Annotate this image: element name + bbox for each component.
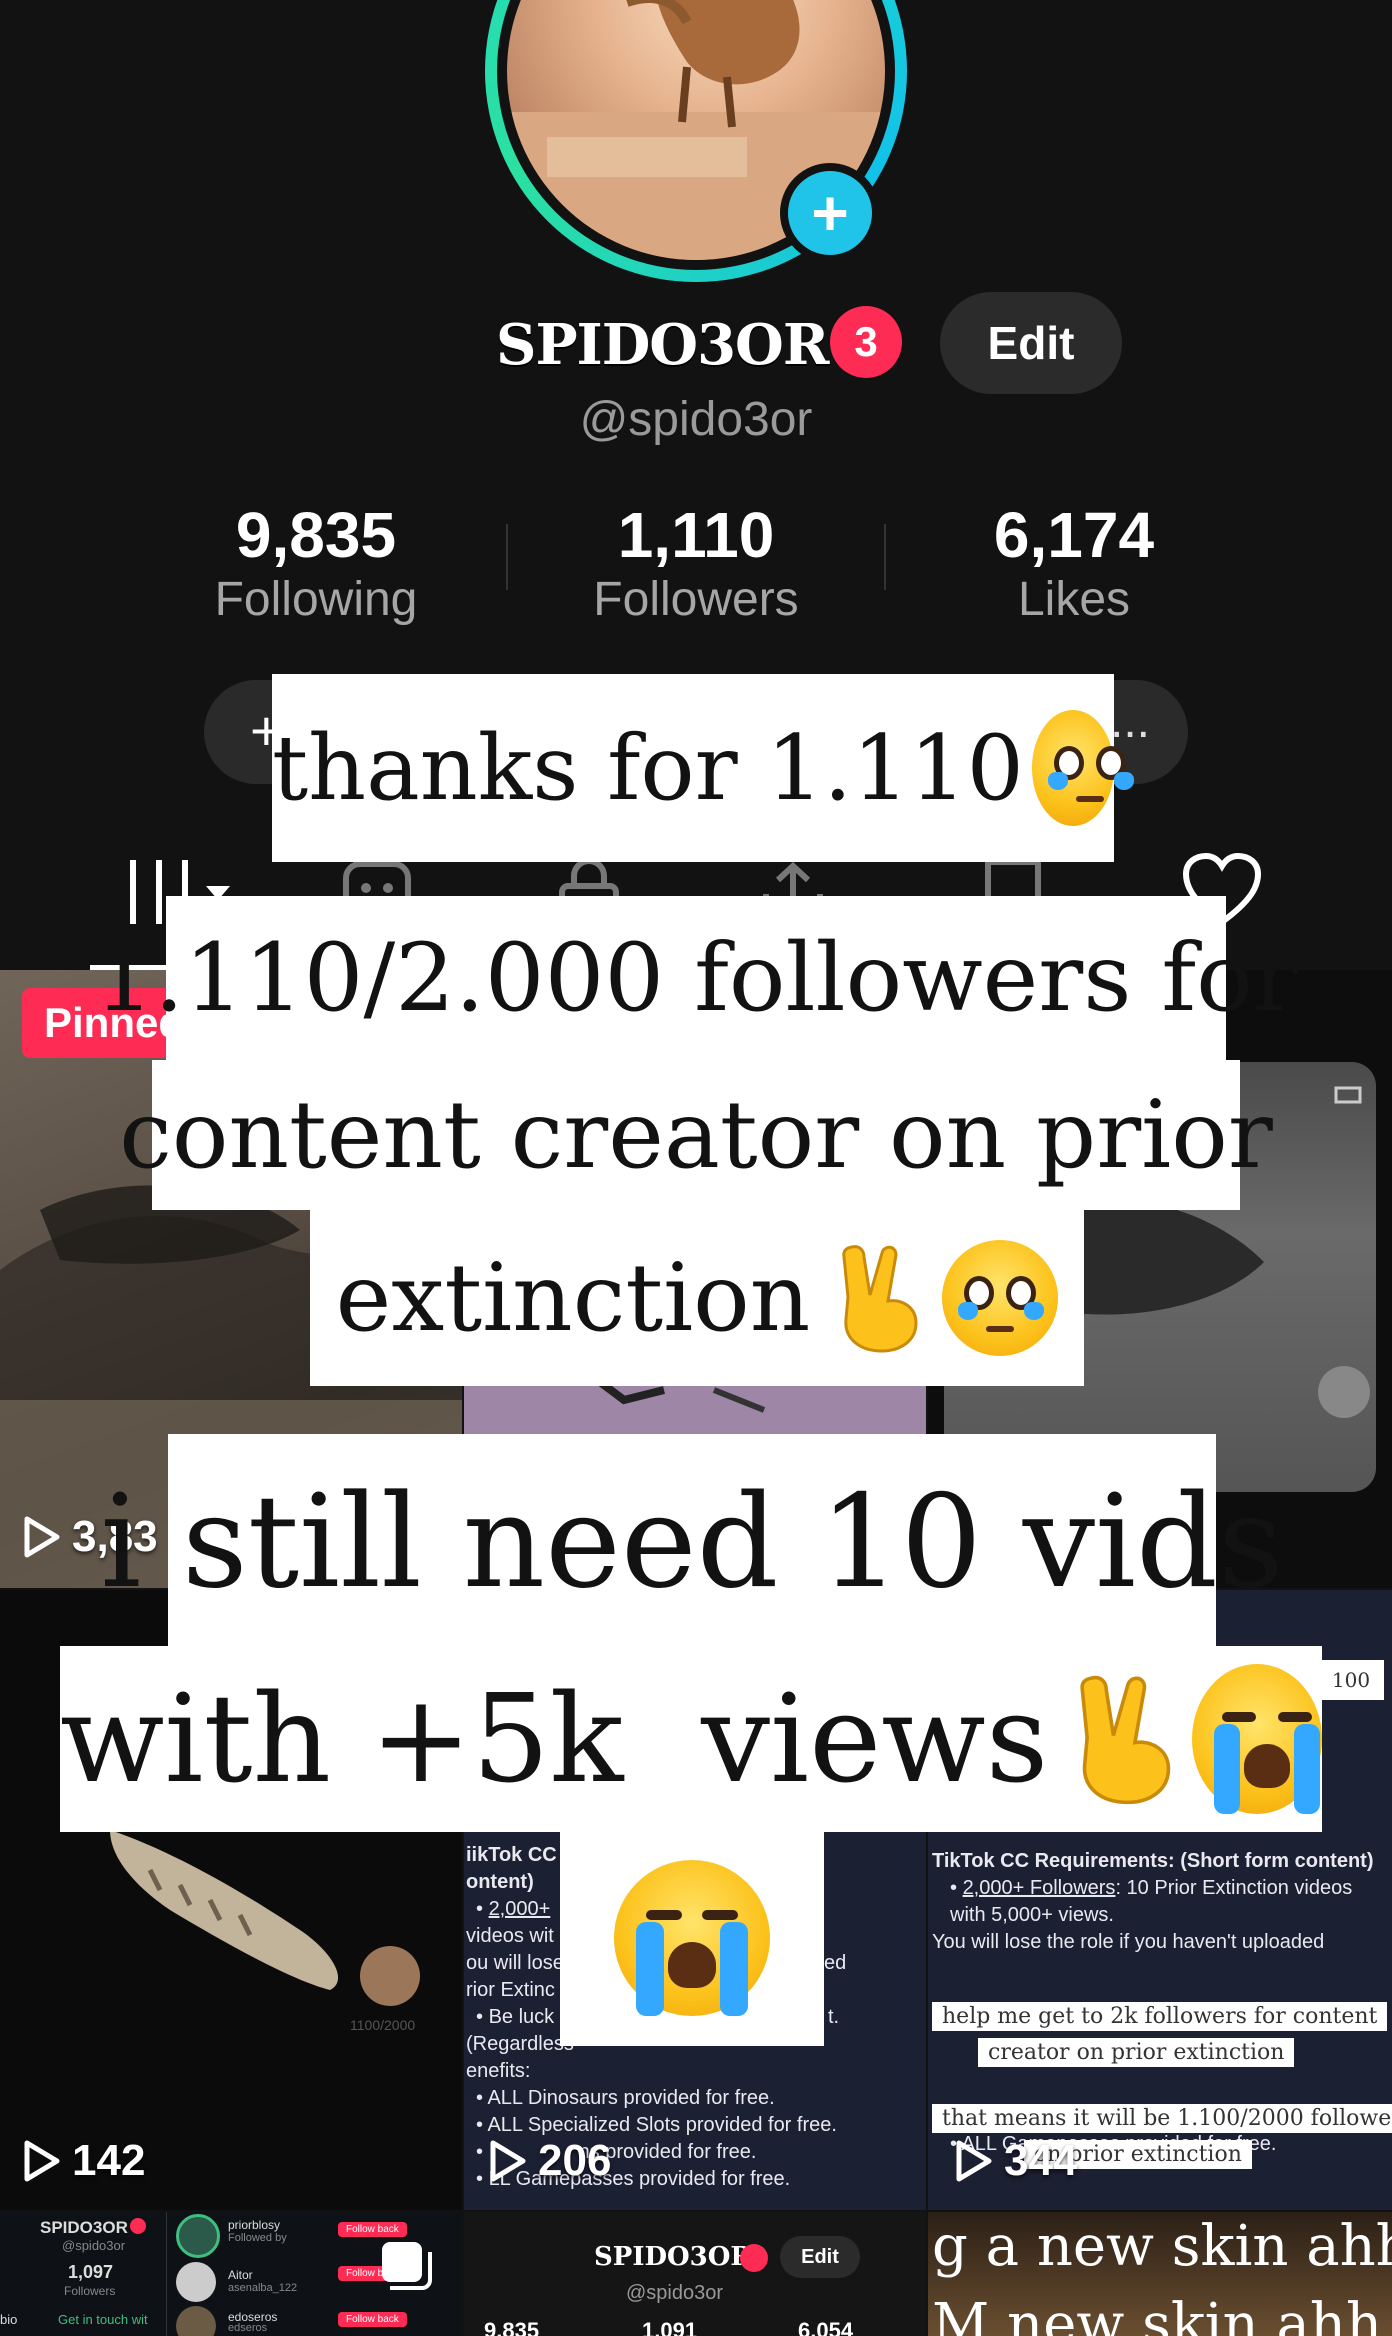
- mini-user: priorblosy: [228, 2218, 281, 2232]
- stat-value: 9,835: [235, 499, 397, 571]
- thumbnail-caption-text: g a new skin ahh: [932, 2214, 1392, 2279]
- caption-followers-line1: 1.110/2.000 followers for: [94, 896, 1298, 1060]
- more-label: ...: [1110, 695, 1151, 748]
- pleading-face-emoji-icon: [942, 1240, 1059, 1356]
- mini-name: SPIDO3OR: [594, 2242, 753, 2272]
- stat-following[interactable]: 9,835 Following: [166, 498, 466, 627]
- mini-handle: @spido3or: [62, 2238, 126, 2253]
- thumbnail-caption-note: creator on prior extinction: [978, 2038, 1295, 2067]
- multi-photo-icon: [382, 2242, 432, 2290]
- mini-stat: 6,054: [798, 2318, 854, 2336]
- video-thumbnail[interactable]: SPIDO3OR @spido3or 1,097 Followers bio G…: [0, 2212, 462, 2336]
- add-story-plus-icon[interactable]: +: [780, 163, 880, 263]
- thumbnail-doc-fragment: t.: [828, 2006, 840, 2028]
- victory-hand-emoji-icon: [1068, 1669, 1178, 1809]
- caption-thanks: thanks for 1.110: [272, 674, 1134, 862]
- thumbnail-badge: 100: [1318, 1660, 1384, 1700]
- caption-text: extinction: [335, 1243, 811, 1353]
- mini-user-sub: edseros: [228, 2322, 268, 2334]
- notification-badge[interactable]: 3: [830, 306, 902, 378]
- caption-followers-line2: content creator on prior: [119, 1060, 1273, 1210]
- mini-avatar: [176, 2214, 220, 2258]
- mini-stat: 1,091: [642, 2318, 698, 2336]
- play-icon: [490, 2140, 526, 2182]
- mini-avatar: [176, 2306, 216, 2336]
- video-thumbnail[interactable]: SPIDO3OR Edit @spido3or 9,835 1,091 6,05…: [464, 2212, 926, 2336]
- svg-text:1100/2000: 1100/2000: [350, 2017, 415, 2033]
- caption-need-vids-line2: with +5k views: [60, 1646, 1322, 1832]
- mini-follow-back-button: Follow back: [338, 2312, 407, 2327]
- loudly-crying-face-emoji-icon: [1192, 1664, 1322, 1814]
- stat-label: Following: [214, 573, 418, 626]
- profile-handle: @spido3or: [579, 393, 813, 446]
- view-count: 206: [488, 2136, 611, 2186]
- thumbnail-doc-fragment: ed: [824, 1952, 847, 1974]
- mini-stat: 9,835: [484, 2318, 540, 2336]
- profile-display-name: SPIDO3OR: [496, 312, 829, 378]
- mini-badge: [130, 2218, 146, 2234]
- mini-bio: bio: [0, 2312, 18, 2327]
- thumbnail-caption-note: help me get to 2k followers for content: [932, 2002, 1388, 2031]
- caption-text: thanks for 1.110: [272, 715, 1024, 821]
- view-count-text: 206: [538, 2136, 612, 2185]
- caption-text: with +5k views: [60, 1668, 1049, 1810]
- mini-badge: [740, 2244, 768, 2272]
- caption-text: content creator on prior: [119, 1080, 1273, 1190]
- view-count: 142: [22, 2136, 145, 2186]
- view-count: 344: [954, 2136, 1077, 2186]
- thumbnail-caption-note: that means it will be 1.100/2000 followe…: [932, 2104, 1392, 2133]
- stat-followers[interactable]: 1,110 Followers: [546, 498, 846, 627]
- view-count-text: 344: [1004, 2136, 1078, 2185]
- victory-hand-emoji-icon: [832, 1243, 924, 1353]
- caption-followers-line3: extinction: [310, 1210, 1084, 1386]
- mini-stat: 1,097: [68, 2262, 114, 2282]
- mini-name: SPIDO3OR: [40, 2218, 128, 2237]
- mini-divider: [166, 2212, 167, 2336]
- mini-follow-back-button: Follow back: [338, 2222, 407, 2237]
- stat-likes[interactable]: 6,174 Likes: [924, 498, 1224, 627]
- stat-label: Likes: [1017, 573, 1131, 626]
- mini-stat-label: Followers: [64, 2284, 116, 2298]
- stat-divider: [884, 524, 886, 590]
- view-count-text: 142: [72, 2136, 146, 2185]
- loudly-crying-face-emoji-icon: [614, 1860, 770, 2016]
- mini-user: Aitor: [228, 2268, 253, 2282]
- mini-handle: @spido3or: [626, 2282, 724, 2304]
- thumbnail-caption-text: M new skin ahh: [932, 2292, 1383, 2336]
- stat-value: 1,110: [617, 499, 775, 571]
- video-thumbnail[interactable]: g a new skin ahh M new skin ahh: [928, 2212, 1392, 2336]
- caption-text: 1.110/2.000 followers for: [94, 923, 1298, 1033]
- caption-need-vids-line3: [560, 1830, 824, 2046]
- edit-profile-button[interactable]: Edit: [940, 292, 1122, 394]
- caption-text: i still need 10 vids: [100, 1467, 1284, 1617]
- play-icon: [956, 2140, 992, 2182]
- stat-label: Followers: [593, 573, 799, 626]
- play-icon: [24, 1516, 60, 1558]
- caption-need-vids-line1: i still need 10 vids: [100, 1434, 1284, 1650]
- mini-user-sub: asenalba_122: [228, 2282, 298, 2294]
- play-icon: [24, 2140, 60, 2182]
- mini-touch: Get in touch wit: [58, 2312, 148, 2327]
- stat-divider: [506, 524, 508, 590]
- mini-avatar: [176, 2262, 216, 2302]
- stat-value: 6,174: [993, 499, 1155, 571]
- mini-user-sub: Followed by: [228, 2232, 287, 2244]
- mini-edit: Edit: [780, 2236, 860, 2278]
- pleading-face-emoji-icon: [1031, 710, 1134, 826]
